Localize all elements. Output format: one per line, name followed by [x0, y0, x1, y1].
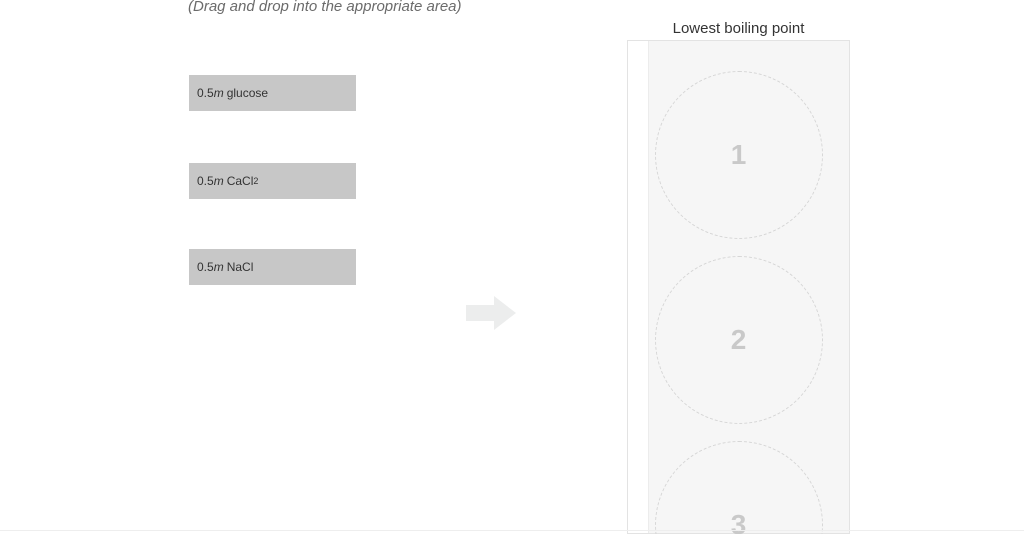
- drop-slot-3[interactable]: 3: [655, 441, 823, 534]
- item-prefix: 0.5: [197, 260, 214, 274]
- compound-name: CaCl: [227, 174, 254, 188]
- bottom-divider: [0, 530, 1024, 531]
- drag-item-glucose[interactable]: 0.5 m glucose: [189, 75, 356, 111]
- drop-column: 1 2 3: [627, 40, 850, 534]
- drop-slot-1[interactable]: 1: [655, 71, 823, 239]
- drop-column-gutter: [628, 41, 649, 533]
- drop-slot-2[interactable]: 2: [655, 256, 823, 424]
- arrow-right-icon: [466, 296, 516, 330]
- drag-item-nacl[interactable]: 0.5 m NaCl: [189, 249, 356, 285]
- item-prefix: 0.5: [197, 86, 214, 100]
- instruction-text: (Drag and drop into the appropriate area…: [188, 0, 462, 15]
- molality-unit: m: [214, 260, 224, 274]
- compound-subscript: 2: [253, 176, 258, 186]
- drag-item-cacl2[interactable]: 0.5 m CaCl 2: [189, 163, 356, 199]
- item-prefix: 0.5: [197, 174, 214, 188]
- ranking-top-label: Lowest boiling point: [627, 20, 850, 37]
- molality-unit: m: [214, 174, 224, 188]
- compound-name: glucose: [227, 86, 268, 100]
- molality-unit: m: [214, 86, 224, 100]
- compound-name: NaCl: [227, 260, 254, 274]
